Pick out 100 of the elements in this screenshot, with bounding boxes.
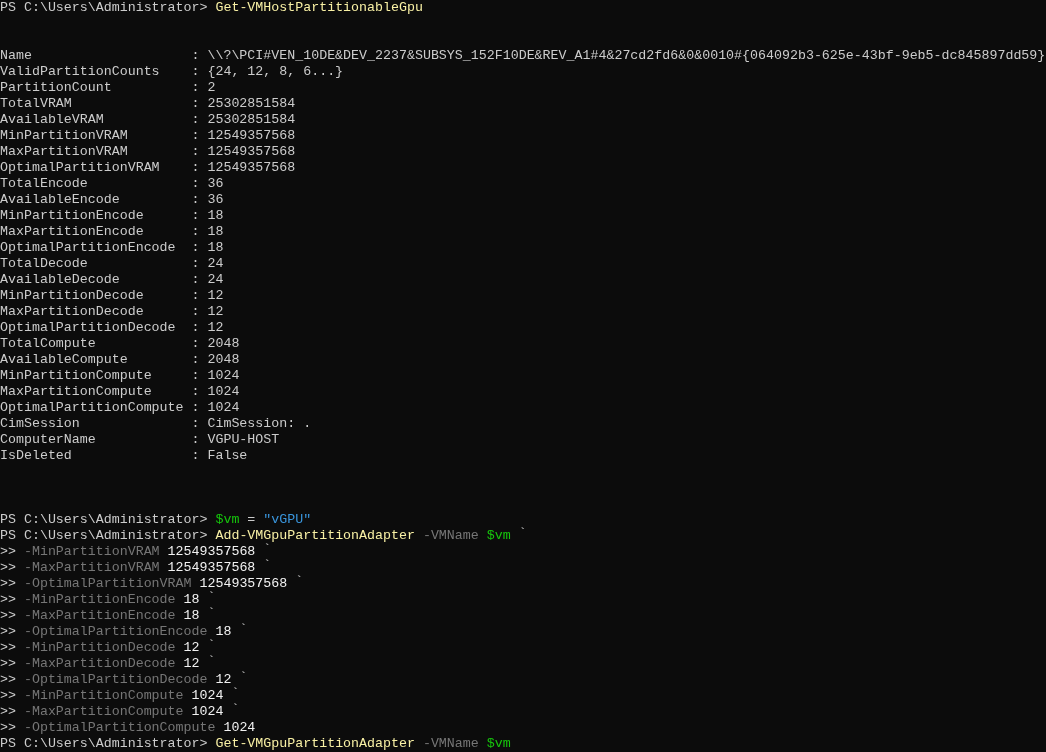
string-text: "vGPU" — [263, 512, 312, 528]
parameter-text: -MaxPartitionDecode — [23, 656, 176, 672]
separator-colon: : — [191, 160, 200, 176]
continuation-text: >> — [0, 624, 16, 640]
property-value: 25302851584 — [207, 96, 296, 112]
parameter-text: -MinPartitionDecode — [23, 640, 176, 656]
property-value: 1024 — [207, 384, 240, 400]
value-text: 18 — [183, 592, 200, 608]
property-value: 1024 — [207, 400, 240, 416]
parameter-text: -OptimalPartitionCompute — [23, 720, 216, 736]
variable-text: $vm — [215, 512, 240, 528]
separator-colon: : — [191, 352, 200, 368]
command-text: Add-VMGpuPartitionAdapter — [215, 528, 415, 543]
property-name: ComputerName — [0, 432, 97, 448]
value-text: 18 — [215, 624, 232, 640]
parameter-text: -MinPartitionVRAM — [23, 544, 160, 560]
value-text: 12549357568 — [167, 544, 256, 560]
parameter-text: -OptimalPartitionDecode — [23, 672, 208, 688]
property-value: \\?\PCI#VEN_10DE&DEV_2237&SUBSYS_152F10DE&REV_A1#4&27cd2fd6&0&0010#{064092b3-625e-43bf-9eb5-dc845897dd59} — [207, 48, 1046, 64]
value-text: 12 — [215, 672, 232, 688]
continuation-text: >> — [0, 592, 16, 608]
property-name: IsDeleted — [0, 448, 73, 464]
command-text: Get-VMHostPartitionableGpu — [215, 0, 423, 16]
separator-colon: : — [191, 368, 200, 384]
value-text: 12 — [183, 656, 200, 672]
separator-colon: : — [191, 48, 200, 64]
continuation-text: >> — [0, 656, 16, 672]
continuation-text: >> — [0, 544, 16, 560]
parameter-text: -MaxPartitionEncode — [23, 608, 176, 624]
property-value: 36 — [207, 176, 224, 192]
parameter-text: -VMName — [422, 528, 479, 544]
continuation-text: >> — [0, 688, 16, 704]
separator-colon: : — [191, 320, 200, 336]
parameter-text: -VMName — [422, 736, 479, 752]
property-value: 36 — [207, 192, 224, 208]
separator-colon: : — [191, 432, 200, 448]
property-name: ValidPartitionCounts — [0, 64, 161, 80]
property-name: OptimalPartitionVRAM — [0, 160, 161, 176]
separator-colon: : — [191, 144, 200, 160]
separator-colon: : — [191, 336, 200, 352]
property-name: MaxPartitionEncode — [0, 224, 145, 240]
property-name: MaxPartitionVRAM — [0, 144, 129, 160]
prompt-text: PS C:\Users\Administrator> — [0, 0, 208, 16]
prompt-text: PS C:\Users\Administrator> — [0, 512, 208, 528]
tick-text: ` — [263, 560, 272, 572]
property-value: False — [207, 448, 248, 464]
separator-colon: : — [191, 224, 200, 240]
variable-text: $vm — [486, 736, 511, 752]
tick-text: ` — [207, 592, 216, 604]
separator-colon: : — [191, 128, 200, 144]
prompt-text: PS C:\Users\Administrator> — [0, 528, 208, 544]
separator-colon: : — [191, 240, 200, 256]
property-name: TotalEncode — [0, 176, 89, 192]
property-name: OptimalPartitionDecode — [0, 320, 177, 336]
property-value: 18 — [207, 224, 224, 240]
property-name: MaxPartitionDecode — [0, 304, 145, 320]
continuation-text: >> — [0, 608, 16, 624]
property-name: TotalDecode — [0, 256, 89, 272]
tick-text: ` — [231, 704, 240, 716]
property-value: 2 — [207, 80, 216, 96]
property-name: MinPartitionVRAM — [0, 128, 129, 144]
property-name: MinPartitionDecode — [0, 288, 145, 304]
property-value: 2048 — [207, 352, 240, 368]
tick-text: ` — [239, 624, 248, 636]
variable-text: $vm — [486, 528, 511, 544]
property-value: 12549357568 — [207, 160, 296, 176]
property-value: 12549357568 — [207, 128, 296, 144]
property-value: 25302851584 — [207, 112, 296, 128]
value-text: 18 — [183, 608, 200, 624]
separator-colon: : — [191, 256, 200, 272]
property-value: CimSession: . — [207, 416, 312, 432]
property-value: 1024 — [207, 368, 240, 384]
property-name: Name — [0, 48, 33, 64]
property-value: {24, 12, 8, 6...} — [207, 64, 344, 80]
tick-text: ` — [263, 544, 272, 556]
parameter-text: -MinPartitionCompute — [23, 688, 184, 704]
separator-colon: : — [191, 64, 200, 80]
separator-colon: : — [191, 304, 200, 320]
separator-colon: : — [191, 448, 200, 464]
property-name: MinPartitionCompute — [0, 368, 153, 384]
continuation-text: >> — [0, 720, 16, 736]
continuation-text: >> — [0, 672, 16, 688]
parameter-text: -OptimalPartitionEncode — [23, 624, 208, 640]
operator-text: = — [247, 512, 256, 528]
parameter-text: -MaxPartitionVRAM — [23, 560, 160, 576]
parameter-text: -OptimalPartitionVRAM — [23, 576, 192, 592]
separator-colon: : — [191, 176, 200, 192]
tick-text: ` — [207, 656, 216, 668]
property-name: OptimalPartitionEncode — [0, 240, 177, 256]
continuation-text: >> — [0, 704, 16, 720]
property-name: MaxPartitionCompute — [0, 384, 153, 400]
property-name: TotalVRAM — [0, 96, 73, 112]
prompt-text: PS C:\Users\Administrator> — [0, 736, 208, 752]
separator-colon: : — [191, 80, 200, 96]
separator-colon: : — [191, 96, 200, 112]
value-text: 12 — [183, 640, 200, 656]
separator-colon: : — [191, 112, 200, 128]
tick-text: ` — [231, 688, 240, 700]
tick-text: ` — [518, 528, 527, 540]
command-text: Get-VMGpuPartitionAdapter — [215, 736, 415, 752]
